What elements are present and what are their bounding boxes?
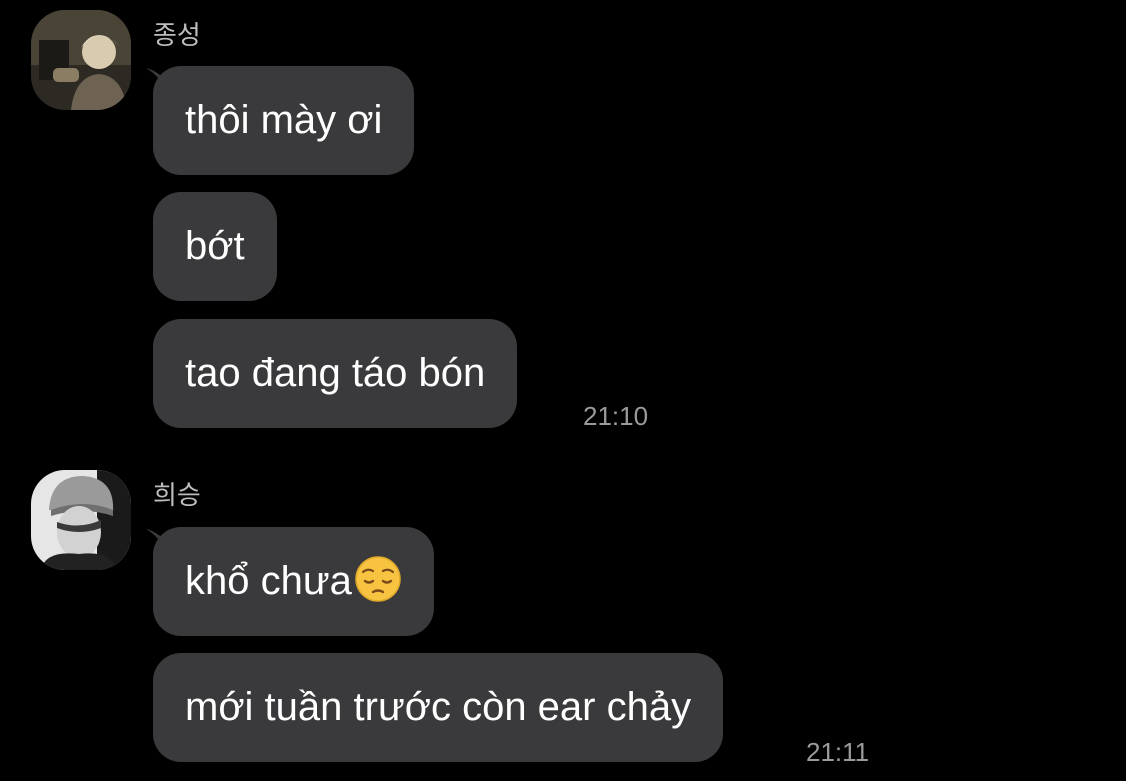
sender-name: 종성	[153, 20, 201, 50]
avatar-photo-icon	[31, 470, 131, 570]
sender-name: 희승	[153, 480, 201, 510]
chat-thread: 종성 thôi mày ơi bớt tao đang táo bón 21:1…	[0, 0, 1126, 781]
message-bubble[interactable]: bớt	[153, 192, 277, 301]
message-bubble[interactable]: tao đang táo bón	[153, 319, 518, 428]
message-timestamp: 21:11	[806, 737, 870, 767]
pensive-face-emoji-icon	[354, 555, 402, 603]
sender-avatar[interactable]	[31, 470, 131, 570]
message-bubble[interactable]: thôi mày ơi	[153, 66, 415, 175]
sender-avatar[interactable]	[31, 10, 131, 110]
avatar-photo-icon	[31, 10, 131, 110]
message-text: khổ chưa	[185, 559, 352, 603]
message-bubble[interactable]: mới tuần trước còn ear chảy	[153, 653, 724, 762]
message-timestamp: 21:10	[583, 401, 649, 431]
message-bubble[interactable]: khổ chưa	[153, 527, 434, 636]
